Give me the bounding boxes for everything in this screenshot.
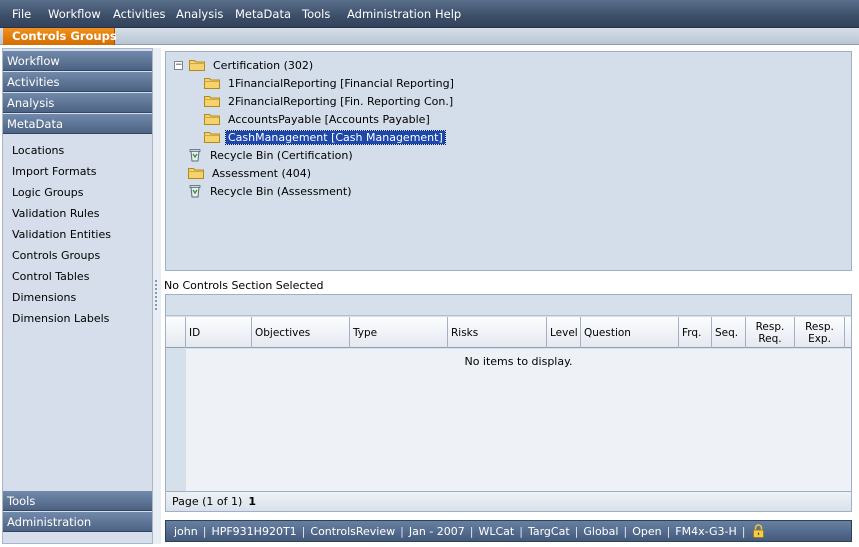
tree-node-cashmanagement[interactable]: CashManagement [Cash Management] — [204, 129, 446, 145]
tree-node-label[interactable]: Certification (302) — [211, 59, 315, 72]
status-bar: john | HPF931H920T1 | ControlsReview | Jan … — [165, 520, 852, 542]
main-content: − Certification (302) 1FinancialReportin… — [161, 48, 857, 544]
column-header-risks[interactable]: Risks — [448, 317, 547, 348]
tab-controls-groups[interactable]: Controls Groups — [3, 28, 117, 45]
nav-header-metadata[interactable]: MetaData — [3, 114, 152, 134]
empty-grid-message: No items to display. — [464, 355, 573, 368]
tree-node-accountspayable[interactable]: AccountsPayable [Accounts Payable] — [204, 111, 432, 127]
folder-icon — [188, 168, 204, 179]
sidebar: Workflow Activities Analysis MetaData Lo… — [2, 48, 153, 544]
status-user: john — [174, 524, 198, 538]
status-target-category[interactable]: TargCat — [524, 525, 574, 538]
recycle-bin-icon — [189, 185, 201, 198]
status-application[interactable]: ControlsReview — [306, 525, 399, 538]
folder-icon — [189, 60, 205, 71]
grid-pager: Page (1 of 1) 1 — [166, 491, 851, 511]
grid-body: No items to display. — [186, 349, 851, 491]
sidebar-link-dimensions[interactable]: Dimensions — [12, 291, 76, 304]
grid-row-gutter — [166, 349, 186, 491]
menu-help[interactable]: Help — [435, 7, 461, 21]
menu-administration[interactable]: Administration — [347, 7, 431, 21]
tree-node-label[interactable]: 1FinancialReporting [Financial Reporting… — [226, 77, 456, 90]
column-header-objectives[interactable]: Objectives — [252, 317, 350, 348]
collapse-toggle-icon[interactable]: − — [174, 60, 183, 70]
section-status-text: No Controls Section Selected — [164, 279, 324, 292]
pager-page-link[interactable]: 1 — [248, 495, 256, 508]
grid-header: ID Objectives Type Risks Level Question … — [166, 317, 851, 348]
nav-header-workflow[interactable]: Workflow — [3, 51, 152, 71]
tree-node-2financialreporting[interactable]: 2FinancialReporting [Fin. Reporting Con.… — [204, 93, 455, 109]
recycle-bin-icon — [189, 149, 201, 162]
grid-toolbar — [166, 295, 851, 316]
splitter-grip[interactable] — [155, 280, 157, 310]
column-header-frq[interactable]: Frq. — [679, 317, 712, 348]
nav-header-activities[interactable]: Activities — [3, 72, 152, 92]
status-state: Open — [632, 524, 662, 538]
tree-node-label[interactable]: Recycle Bin (Certification) — [208, 149, 355, 162]
column-header-type[interactable]: Type — [350, 317, 448, 348]
menu-analysis[interactable]: Analysis — [176, 7, 223, 21]
tree-node-label[interactable]: 2FinancialReporting [Fin. Reporting Con.… — [226, 95, 455, 108]
folder-icon — [204, 78, 220, 89]
menu-tools[interactable]: Tools — [302, 7, 330, 21]
column-header-overflow — [845, 317, 851, 348]
column-header-resp-req[interactable]: Resp. Req. — [746, 317, 795, 348]
tree-node-assessment[interactable]: Assessment (404) — [188, 165, 313, 181]
tree-node-label[interactable]: Recycle Bin (Assessment) — [208, 185, 353, 198]
tree-node-certification[interactable]: − Certification (302) — [174, 57, 315, 73]
tab-bar: Controls Groups — [0, 28, 859, 45]
status-location[interactable]: FM4x-G3-H — [671, 525, 740, 538]
nav-header-analysis[interactable]: Analysis — [3, 93, 152, 113]
controls-group-tree: − Certification (302) 1FinancialReportin… — [165, 51, 852, 271]
sidebar-link-locations[interactable]: Locations — [12, 144, 64, 157]
sidebar-link-dimension-labels[interactable]: Dimension Labels — [12, 312, 109, 325]
status-separator: | — [741, 524, 746, 538]
menu-activities[interactable]: Activities — [113, 7, 165, 21]
menu-workflow[interactable]: Workflow — [48, 7, 101, 21]
tree-node-1financialreporting[interactable]: 1FinancialReporting [Financial Reporting… — [204, 75, 456, 91]
tree-node-recycle-bin-assessment[interactable]: Recycle Bin (Assessment) — [188, 183, 353, 199]
nav-header-administration[interactable]: Administration — [3, 512, 152, 532]
nav-header-tools[interactable]: Tools — [3, 491, 152, 511]
sidebar-link-validation-entities[interactable]: Validation Entities — [12, 228, 111, 241]
column-header-level[interactable]: Level — [547, 317, 581, 348]
status-category[interactable]: WLCat — [475, 525, 519, 538]
sidebar-link-logic-groups[interactable]: Logic Groups — [12, 186, 83, 199]
grid-checkbox-column[interactable] — [166, 317, 186, 348]
column-header-question[interactable]: Question — [581, 317, 679, 348]
column-header-id[interactable]: ID — [186, 317, 252, 348]
pager-text: Page (1 of 1) — [172, 495, 243, 508]
status-server: HPF931H920T1 — [211, 524, 297, 538]
column-header-resp-exp[interactable]: Resp. Exp. — [795, 317, 845, 348]
tree-node-label[interactable]: Assessment (404) — [210, 167, 313, 180]
menu-bar: File Workflow Activities Analysis MetaDa… — [0, 0, 859, 28]
folder-icon — [204, 114, 220, 125]
status-scope[interactable]: Global — [579, 525, 622, 538]
menu-metadata[interactable]: MetaData — [235, 7, 291, 21]
panel-splitter[interactable] — [153, 48, 161, 544]
folder-icon — [204, 96, 220, 107]
sidebar-link-validation-rules[interactable]: Validation Rules — [12, 207, 100, 220]
sidebar-link-controls-groups[interactable]: Controls Groups — [12, 249, 100, 262]
column-header-seq[interactable]: Seq. — [712, 317, 746, 348]
status-period[interactable]: Jan - 2007 — [405, 525, 469, 538]
controls-grid: ID Objectives Type Risks Level Question … — [165, 294, 852, 512]
menu-file[interactable]: File — [12, 7, 31, 21]
tree-node-label-selected[interactable]: CashManagement [Cash Management] — [225, 129, 446, 145]
tree-node-recycle-bin-certification[interactable]: Recycle Bin (Certification) — [188, 147, 355, 163]
sidebar-link-import-formats[interactable]: Import Formats — [12, 165, 97, 178]
folder-icon — [204, 132, 220, 143]
sidebar-link-control-tables[interactable]: Control Tables — [12, 270, 89, 283]
lock-icon[interactable] — [752, 524, 765, 538]
tree-node-label[interactable]: AccountsPayable [Accounts Payable] — [226, 113, 432, 126]
